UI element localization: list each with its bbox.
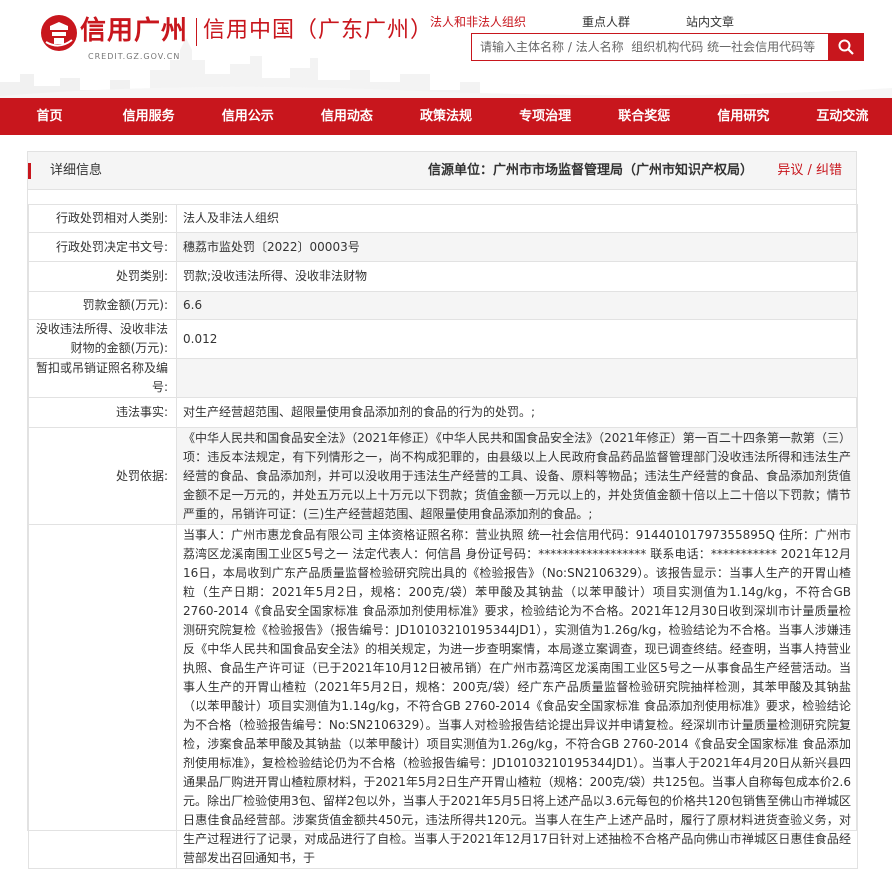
row-label: 行政处罚相对人类别: xyxy=(28,204,177,233)
logo-divider xyxy=(196,18,198,46)
row-value: 6.6 xyxy=(176,291,858,320)
panel-accent-bar xyxy=(28,163,31,179)
row-value: 对生产经营超范围、超限量使用食品添加剂的食品的行为的处罚。; xyxy=(176,397,858,428)
table-row: 暂扣或吊销证照名称及编号: xyxy=(28,358,858,398)
search-bar xyxy=(471,33,864,61)
nav-home[interactable]: 首页 xyxy=(0,98,99,135)
nav-credit-service[interactable]: 信用服务 xyxy=(99,98,198,135)
search-category-tabs: 法人和非法人组织 重点人群 站内文章 xyxy=(430,13,790,30)
search-button[interactable] xyxy=(828,33,864,61)
tab-key-groups[interactable]: 重点人群 xyxy=(582,13,630,30)
table-row: 处罚类别: 罚款;没收违法所得、没收非法财物 xyxy=(28,261,858,292)
tab-site-articles[interactable]: 站内文章 xyxy=(686,13,734,30)
row-label: 暂扣或吊销证照名称及编号: xyxy=(28,358,177,398)
row-label: 违法事实: xyxy=(28,397,177,428)
table-row: 违法事实: 对生产经营超范围、超限量使用食品添加剂的食品的行为的处罚。; xyxy=(28,397,858,428)
objection-link[interactable]: 异议 / 纠错 xyxy=(777,152,842,190)
site-logo[interactable]: 信用广州 CREDIT.GZ.GOV.CN 信用中国（广东广州） xyxy=(40,14,434,61)
table-row: 罚款金额(万元): 6.6 xyxy=(28,291,858,320)
row-value: 0.012 xyxy=(176,319,858,359)
nav-credit-disclosure[interactable]: 信用公示 xyxy=(198,98,297,135)
row-label: 罚款金额(万元): xyxy=(28,291,177,320)
table-row: 行政处罚决定书文号: 穗荔市监处罚〔2022〕00003号 xyxy=(28,232,858,262)
tab-legal-entities[interactable]: 法人和非法人组织 xyxy=(430,13,526,30)
nav-credit-news[interactable]: 信用动态 xyxy=(297,98,396,135)
panel-title: 详细信息 xyxy=(50,163,103,178)
row-value: 《中华人民共和国食品安全法》（2021年修正）《中华人民共和国食品安全法》（20… xyxy=(176,427,858,525)
search-input[interactable] xyxy=(471,33,828,61)
row-value: 法人及非法人组织 xyxy=(176,204,858,233)
row-label: 处罚类别: xyxy=(28,261,177,292)
logo-url: CREDIT.GZ.GOV.CN xyxy=(88,52,181,61)
row-value xyxy=(176,358,858,398)
table-row: 行政处罚相对人类别: 法人及非法人组织 xyxy=(28,204,858,233)
logo-text: 信用广州 xyxy=(80,16,189,46)
detail-panel: 详细信息 信源单位：广州市市场监督管理局（广州市知识产权局） 异议 / 纠错 行… xyxy=(27,151,858,869)
row-label: 行政处罚决定书文号: xyxy=(28,232,177,262)
main-nav: 首页 信用服务 信用公示 信用动态 政策法规 专项治理 联合奖惩 信用研究 互动… xyxy=(0,98,892,135)
search-icon xyxy=(838,39,854,55)
row-value: 穗荔市监处罚〔2022〕00003号 xyxy=(176,232,858,262)
nav-policy[interactable]: 政策法规 xyxy=(396,98,495,135)
site-title: 信用中国（广东广州） xyxy=(203,18,434,43)
nav-special-governance[interactable]: 专项治理 xyxy=(496,98,595,135)
panel-header: 详细信息 信源单位：广州市市场监督管理局（广州市知识产权局） 异议 / 纠错 xyxy=(28,152,856,190)
nav-joint-rewards[interactable]: 联合奖惩 xyxy=(595,98,694,135)
site-header: 信用广州 CREDIT.GZ.GOV.CN 信用中国（广东广州） 法人和非法人组… xyxy=(0,0,892,98)
row-value: 罚款;没收违法所得、没收非法财物 xyxy=(176,261,858,292)
penalty-detail-table: 行政处罚相对人类别: 法人及非法人组织 行政处罚决定书文号: 穗荔市监处罚〔20… xyxy=(28,204,858,869)
table-row: 处罚依据: 《中华人民共和国食品安全法》（2021年修正）《中华人民共和国食品安… xyxy=(28,427,858,525)
nav-interaction[interactable]: 互动交流 xyxy=(793,98,892,135)
nav-credit-research[interactable]: 信用研究 xyxy=(694,98,793,135)
source-unit: 信源单位：广州市市场监督管理局（广州市知识产权局） xyxy=(428,163,754,178)
credit-logo-icon xyxy=(41,15,77,51)
row-label: 没收违法所得、没收非法财物的金额(万元): xyxy=(28,319,177,359)
row-label: 处罚依据: xyxy=(28,427,177,525)
table-row: 没收违法所得、没收非法财物的金额(万元): 0.012 xyxy=(28,319,858,359)
